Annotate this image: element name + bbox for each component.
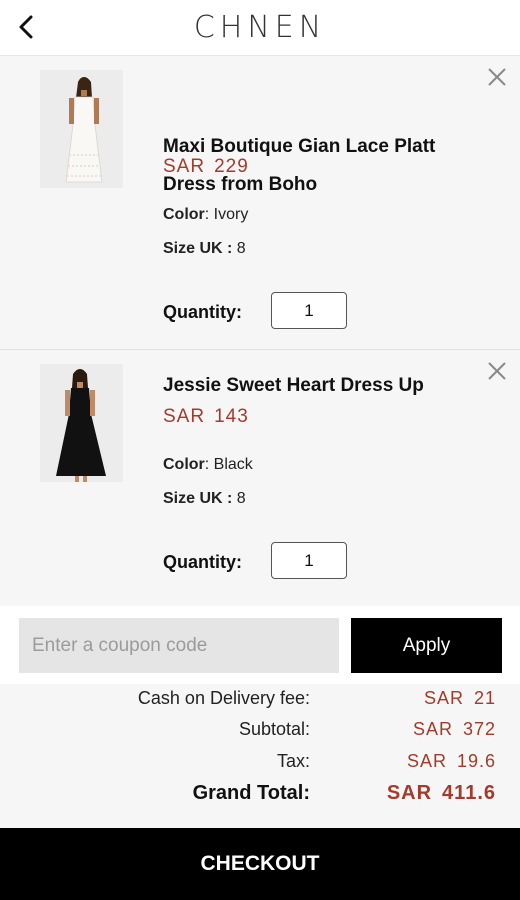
grand-total-row: Grand Total: SAR 411.6 <box>0 782 520 812</box>
remove-item-button[interactable] <box>486 66 508 88</box>
coupon-section: Apply <box>0 606 520 684</box>
brand-logo: CHNEN <box>193 10 327 45</box>
apply-coupon-button[interactable]: Apply <box>351 618 502 673</box>
cart-item: Jessie Sweet Heart Dress Up SAR 143 Color… <box>0 350 520 607</box>
cod-fee-row: Cash on Delivery fee: SAR 21 <box>0 688 520 718</box>
tax-value: SAR 19.6 <box>406 751 496 771</box>
subtotal-value: SAR 372 <box>412 719 496 739</box>
cart-list: Maxi Boutique Gian Lace Platt Dress from… <box>0 56 520 607</box>
product-title[interactable]: Jessie Sweet Heart Dress Up <box>163 367 473 405</box>
product-size: Size UK : 8 <box>163 240 246 257</box>
close-icon <box>488 68 506 86</box>
cod-fee-value: SAR 21 <box>423 688 496 708</box>
quantity-label: Quantity: <box>163 552 242 572</box>
subtotal-row: Subtotal: SAR 372 <box>0 719 520 749</box>
grand-total-value: SAR 411.6 <box>386 782 496 804</box>
product-color: Color: Ivory <box>163 206 249 223</box>
quantity-input[interactable]: 1 <box>271 542 347 579</box>
product-image[interactable] <box>40 70 123 188</box>
product-size: Size UK : 8 <box>163 490 246 507</box>
dress-illustration <box>40 70 123 188</box>
coupon-input[interactable] <box>19 618 339 673</box>
cart-item: Maxi Boutique Gian Lace Platt Dress from… <box>0 56 520 350</box>
dress-illustration <box>40 364 123 482</box>
subtotal-label: Subtotal: <box>238 719 310 739</box>
product-image[interactable] <box>40 364 123 482</box>
product-color: Color: Black <box>163 456 253 473</box>
product-price: SAR 229 <box>163 156 249 177</box>
product-price: SAR 143 <box>163 406 249 427</box>
quantity-label: Quantity: <box>163 302 242 322</box>
top-bar: CHNEN <box>0 0 520 56</box>
cod-fee-label: Cash on Delivery fee: <box>137 688 310 708</box>
order-summary: Cash on Delivery fee: SAR 21 Subtotal: SA… <box>0 684 520 828</box>
remove-item-button[interactable] <box>486 360 508 382</box>
tax-row: Tax: SAR 19.6 <box>0 751 520 781</box>
tax-label: Tax: <box>276 751 310 771</box>
checkout-button[interactable]: CHECKOUT <box>0 828 520 900</box>
close-icon <box>488 362 506 380</box>
grand-total-label: Grand Total: <box>192 782 310 804</box>
quantity-input[interactable]: 1 <box>271 292 347 329</box>
